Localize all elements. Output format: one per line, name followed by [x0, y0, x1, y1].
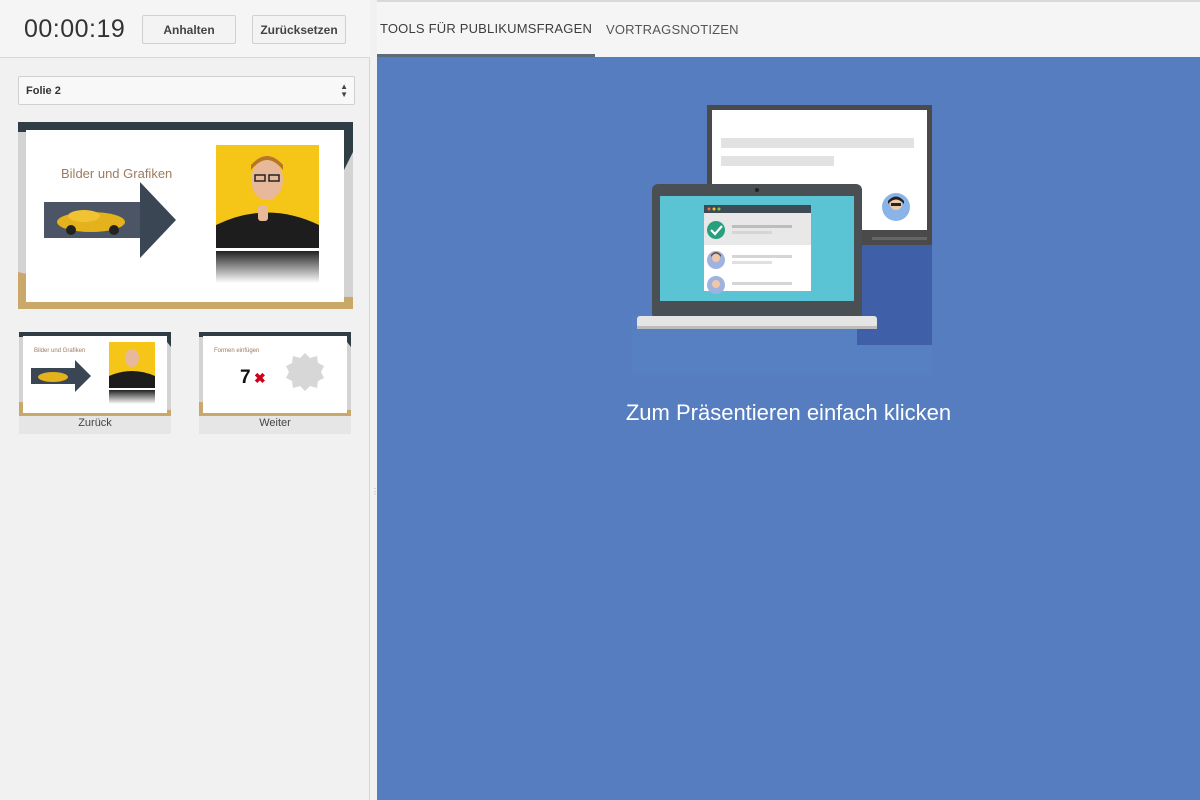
- slide-select-value: Folie 2: [26, 84, 61, 97]
- check-icon: [707, 221, 725, 239]
- reset-button[interactable]: Zurücksetzen: [252, 15, 346, 44]
- slide-select[interactable]: Folie 2 ▲ ▼: [18, 76, 355, 105]
- tab-bar: TOOLS FÜR PUBLIKUMSFRAGEN VORTRAGSNOTIZE…: [377, 0, 1200, 57]
- thumbnail-caption: Weiter: [259, 417, 291, 429]
- presenter-left-pane: 00:00:19 Anhalten Zurücksetzen Folie 2 ▲…: [0, 0, 379, 800]
- slide-graphics: [44, 145, 319, 283]
- timer-bar: 00:00:19 Anhalten Zurücksetzen: [0, 0, 370, 58]
- presenter-view: 00:00:19 Anhalten Zurücksetzen Folie 2 ▲…: [0, 0, 1200, 800]
- thumbnail-preview: Bilder und Grafiken: [19, 332, 171, 416]
- presenter-right-pane: TOOLS FÜR PUBLIKUMSFRAGEN VORTRAGSNOTIZE…: [377, 0, 1200, 800]
- pane-resize-handle[interactable]: ⋮: [371, 488, 379, 502]
- click-to-present-prompt[interactable]: Zum Präsentieren einfach klicken: [377, 400, 1200, 426]
- next-slide-thumbnail[interactable]: Formen einfügen 7 ✖ Weiter: [199, 332, 351, 434]
- current-slide-preview[interactable]: Bilder und Grafiken: [18, 122, 353, 309]
- timer-display: 00:00:19: [24, 15, 126, 43]
- tab-speaker-notes[interactable]: VORTRAGSNOTIZEN: [606, 2, 739, 57]
- select-arrows-icon: ▲ ▼: [340, 82, 348, 99]
- previous-slide-thumbnail[interactable]: Bilder und Grafiken Zurück: [19, 332, 171, 434]
- thumbnail-title: Bilder und Grafiken: [34, 348, 86, 354]
- starburst-shape: [286, 353, 324, 391]
- thumbnail-caption: Zurück: [78, 417, 112, 429]
- thumbnail-preview: Formen einfügen 7 ✖: [199, 332, 351, 416]
- audience-qa-illustration: [632, 105, 932, 375]
- tab-audience-tools[interactable]: TOOLS FÜR PUBLIKUMSFRAGEN: [377, 2, 595, 57]
- pause-button[interactable]: Anhalten: [142, 15, 236, 44]
- slide-page: Bilder und Grafiken: [26, 130, 344, 302]
